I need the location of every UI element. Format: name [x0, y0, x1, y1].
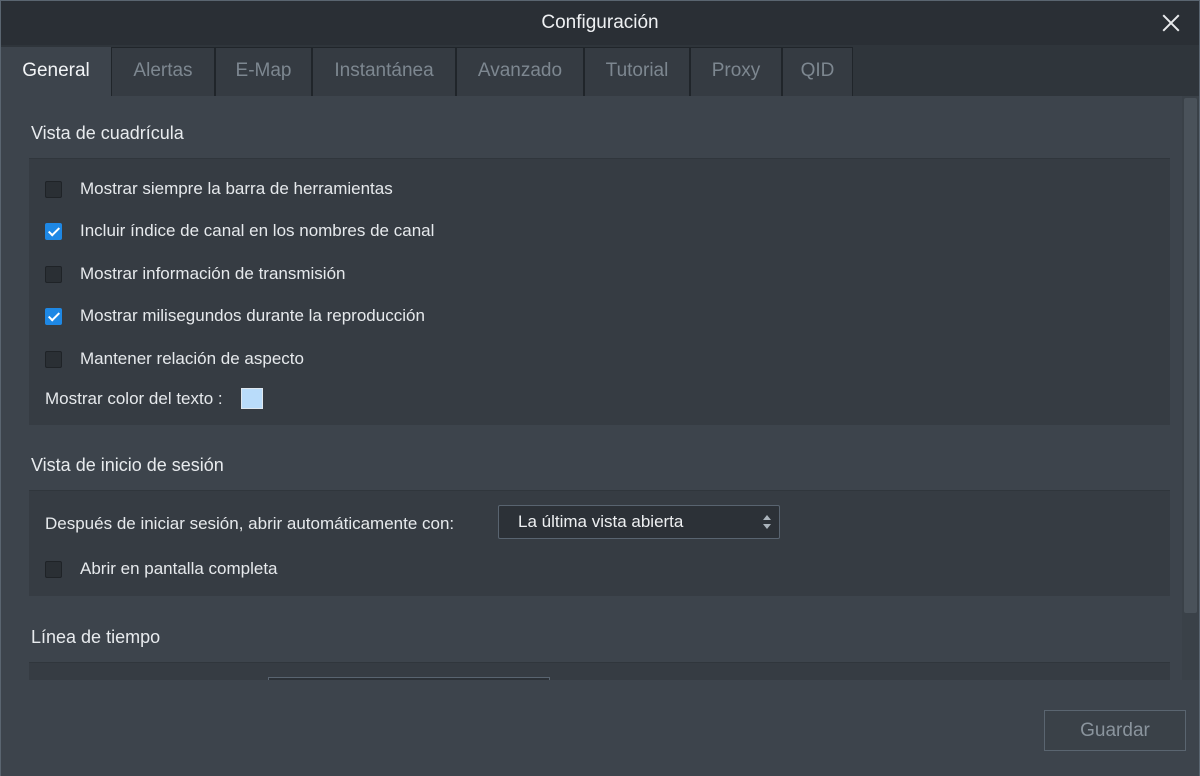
checkbox-include-channel-index[interactable]: [45, 222, 62, 240]
tab-tutorial[interactable]: Tutorial: [584, 47, 690, 96]
grid-view-panel: Mostrar siempre la barra de herramientas…: [29, 158, 1170, 425]
auto-open-row: Después de iniciar sesión, abrir automát…: [45, 514, 454, 534]
text-color-swatch[interactable]: [240, 388, 263, 409]
option-label: Mostrar siempre la barra de herramientas: [80, 179, 393, 198]
auto-open-label: Después de iniciar sesión, abrir automát…: [45, 514, 455, 533]
tab-e-map[interactable]: E-Map: [215, 47, 312, 96]
option-row: Abrir en pantalla completa: [45, 559, 278, 579]
tab-proxy[interactable]: Proxy: [690, 47, 782, 96]
footer: Guardar: [1, 680, 1199, 776]
option-row: Mostrar información de transmisión: [45, 264, 345, 284]
checkbox-show-stream-info[interactable]: [45, 265, 62, 283]
option-row: Mantener relación de aspecto: [45, 349, 304, 369]
tab-general[interactable]: General: [1, 47, 111, 97]
dialog-title: Configuración: [541, 12, 659, 33]
option-label: Mostrar milisegundos durante la reproduc…: [80, 306, 425, 325]
close-icon[interactable]: [1159, 11, 1183, 35]
grid-view-title: Vista de cuadrícula: [31, 123, 184, 143]
timeline-title: Línea de tiempo: [31, 627, 161, 647]
option-label: Mantener relación de aspecto: [80, 349, 304, 368]
login-view-panel: Después de iniciar sesión, abrir automát…: [29, 490, 1170, 596]
scrollbar-thumb[interactable]: [1184, 98, 1197, 613]
option-row: Mostrar siempre la barra de herramientas: [45, 179, 393, 199]
tab-bar: General Alertas E-Map Instantánea Avanza…: [1, 45, 1199, 97]
tab-qid[interactable]: QID: [782, 47, 853, 96]
login-view-title: Vista de inicio de sesión: [31, 455, 224, 475]
checkbox-show-milliseconds[interactable]: [45, 307, 62, 325]
text-color-label: Mostrar color del texto :: [45, 388, 223, 408]
option-label: Incluir índice de canal en los nombres d…: [80, 221, 435, 240]
option-row: Incluir índice de canal en los nombres d…: [45, 221, 434, 241]
checkbox-keep-aspect-ratio[interactable]: [45, 350, 62, 368]
save-button[interactable]: Guardar: [1044, 710, 1186, 751]
option-row: Mostrar milisegundos durante la reproduc…: [45, 306, 425, 326]
checkbox-always-show-toolbar[interactable]: [45, 180, 62, 198]
select-arrows-icon: [763, 515, 771, 529]
settings-content: review Vista de cuadrícula Mostrar siemp…: [1, 96, 1182, 680]
text-color-row: Mostrar color del texto :: [45, 388, 263, 409]
auto-open-value: La última vista abierta: [518, 512, 684, 531]
auto-open-select[interactable]: La última vista abierta: [498, 505, 780, 539]
checkbox-open-fullscreen[interactable]: [45, 560, 62, 578]
tab-alertas[interactable]: Alertas: [111, 47, 215, 96]
tab-instantanea[interactable]: Instantánea: [312, 47, 456, 96]
timeline-panel: [29, 662, 1170, 680]
option-label: Mostrar información de transmisión: [80, 264, 346, 283]
title-bar: Configuración: [1, 1, 1199, 45]
option-label: Abrir en pantalla completa: [80, 559, 278, 578]
settings-dialog: Configuración General Alertas E-Map Inst…: [0, 0, 1200, 776]
tab-avanzado[interactable]: Avanzado: [456, 47, 584, 96]
